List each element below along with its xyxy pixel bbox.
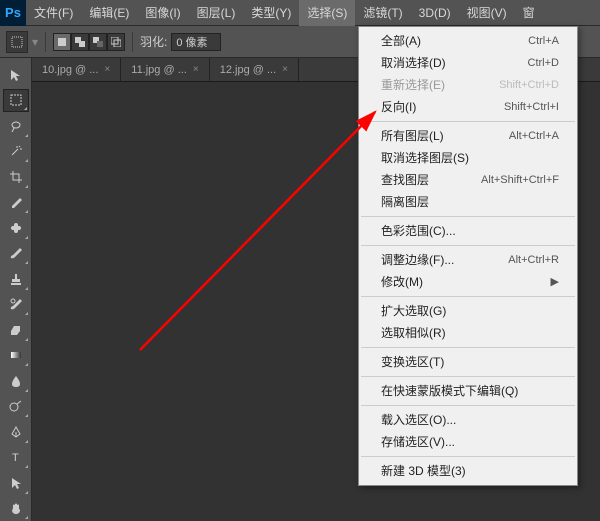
menu-item[interactable]: 取消选择(D)Ctrl+D: [359, 52, 577, 74]
selection-intersect-icon[interactable]: [107, 33, 125, 51]
menu-item[interactable]: 存储选区(V)...: [359, 431, 577, 453]
selection-add-icon[interactable]: [71, 33, 89, 51]
menu-item[interactable]: 查找图层Alt+Shift+Ctrl+F: [359, 169, 577, 191]
document-tab[interactable]: 10.jpg @ ...×: [32, 58, 121, 81]
menu-item[interactable]: 取消选择图层(S): [359, 147, 577, 169]
menu-select[interactable]: 选择(S): [299, 0, 355, 26]
menu-separator: [361, 121, 575, 122]
menu-item[interactable]: 修改(M)▶: [359, 271, 577, 293]
menu-separator: [361, 216, 575, 217]
menu-item[interactable]: 色彩范围(C)...: [359, 220, 577, 242]
tool-preset-icon[interactable]: [6, 31, 28, 53]
menu-view[interactable]: 视图(V): [459, 0, 515, 26]
hand-tool-icon[interactable]: [3, 497, 29, 521]
document-tab[interactable]: 12.jpg @ ...×: [210, 58, 299, 81]
menu-item[interactable]: 扩大选取(G): [359, 300, 577, 322]
move-tool-icon[interactable]: [3, 63, 29, 87]
eraser-tool-icon[interactable]: [3, 318, 29, 342]
menu-item[interactable]: 隔离图层: [359, 191, 577, 213]
feather-label: 羽化:: [140, 33, 167, 50]
brush-tool-icon[interactable]: [3, 242, 29, 266]
toolbar: T: [0, 58, 32, 521]
menu-item[interactable]: 选取相似(R): [359, 322, 577, 344]
menu-item[interactable]: 调整边缘(F)...Alt+Ctrl+R: [359, 249, 577, 271]
selection-subtract-icon[interactable]: [89, 33, 107, 51]
feather-input[interactable]: [171, 33, 221, 51]
crop-tool-icon[interactable]: [3, 165, 29, 189]
menu-layer[interactable]: 图层(L): [189, 0, 244, 26]
close-icon[interactable]: ×: [193, 58, 199, 82]
select-menu-dropdown: 全部(A)Ctrl+A取消选择(D)Ctrl+D重新选择(E)Shift+Ctr…: [358, 26, 578, 486]
eyedropper-tool-icon[interactable]: [3, 191, 29, 215]
menu-3d[interactable]: 3D(D): [411, 0, 459, 26]
app-logo: Ps: [0, 0, 26, 26]
magic-wand-tool-icon[interactable]: [3, 140, 29, 164]
document-tab[interactable]: 11.jpg @ ...×: [121, 58, 209, 81]
menu-separator: [361, 456, 575, 457]
menu-edit[interactable]: 编辑(E): [81, 0, 137, 26]
menu-filter[interactable]: 滤镜(T): [355, 0, 410, 26]
lasso-tool-icon[interactable]: [3, 114, 29, 138]
selection-new-icon[interactable]: [53, 33, 71, 51]
history-brush-tool-icon[interactable]: [3, 293, 29, 317]
path-select-tool-icon[interactable]: [3, 471, 29, 495]
close-icon[interactable]: ×: [282, 58, 288, 82]
type-tool-icon[interactable]: T: [3, 446, 29, 470]
blur-tool-icon[interactable]: [3, 369, 29, 393]
menu-file[interactable]: 文件(F): [26, 0, 81, 26]
menu-image[interactable]: 图像(I): [137, 0, 188, 26]
menu-item: 重新选择(E)Shift+Ctrl+D: [359, 74, 577, 96]
svg-text:T: T: [12, 452, 19, 464]
menu-separator: [361, 376, 575, 377]
stamp-tool-icon[interactable]: [3, 267, 29, 291]
pen-tool-icon[interactable]: [3, 420, 29, 444]
menu-item[interactable]: 全部(A)Ctrl+A: [359, 30, 577, 52]
menu-item[interactable]: 变换选区(T): [359, 351, 577, 373]
menu-separator: [361, 347, 575, 348]
menu-item[interactable]: 载入选区(O)...: [359, 409, 577, 431]
marquee-tool-icon[interactable]: [3, 89, 29, 113]
selection-mode-group: [53, 33, 125, 51]
menu-item[interactable]: 反向(I)Shift+Ctrl+I: [359, 96, 577, 118]
menu-window[interactable]: 窗: [515, 0, 543, 26]
menu-type[interactable]: 类型(Y): [243, 0, 299, 26]
menu-separator: [361, 405, 575, 406]
gradient-tool-icon[interactable]: [3, 344, 29, 368]
close-icon[interactable]: ×: [104, 58, 110, 82]
menu-item[interactable]: 在快速蒙版模式下编辑(Q): [359, 380, 577, 402]
menu-item[interactable]: 新建 3D 模型(3): [359, 460, 577, 482]
menubar: Ps 文件(F) 编辑(E) 图像(I) 图层(L) 类型(Y) 选择(S) 滤…: [0, 0, 600, 26]
menu-separator: [361, 245, 575, 246]
menu-item[interactable]: 所有图层(L)Alt+Ctrl+A: [359, 125, 577, 147]
healing-tool-icon[interactable]: [3, 216, 29, 240]
menu-separator: [361, 296, 575, 297]
dodge-tool-icon[interactable]: [3, 395, 29, 419]
